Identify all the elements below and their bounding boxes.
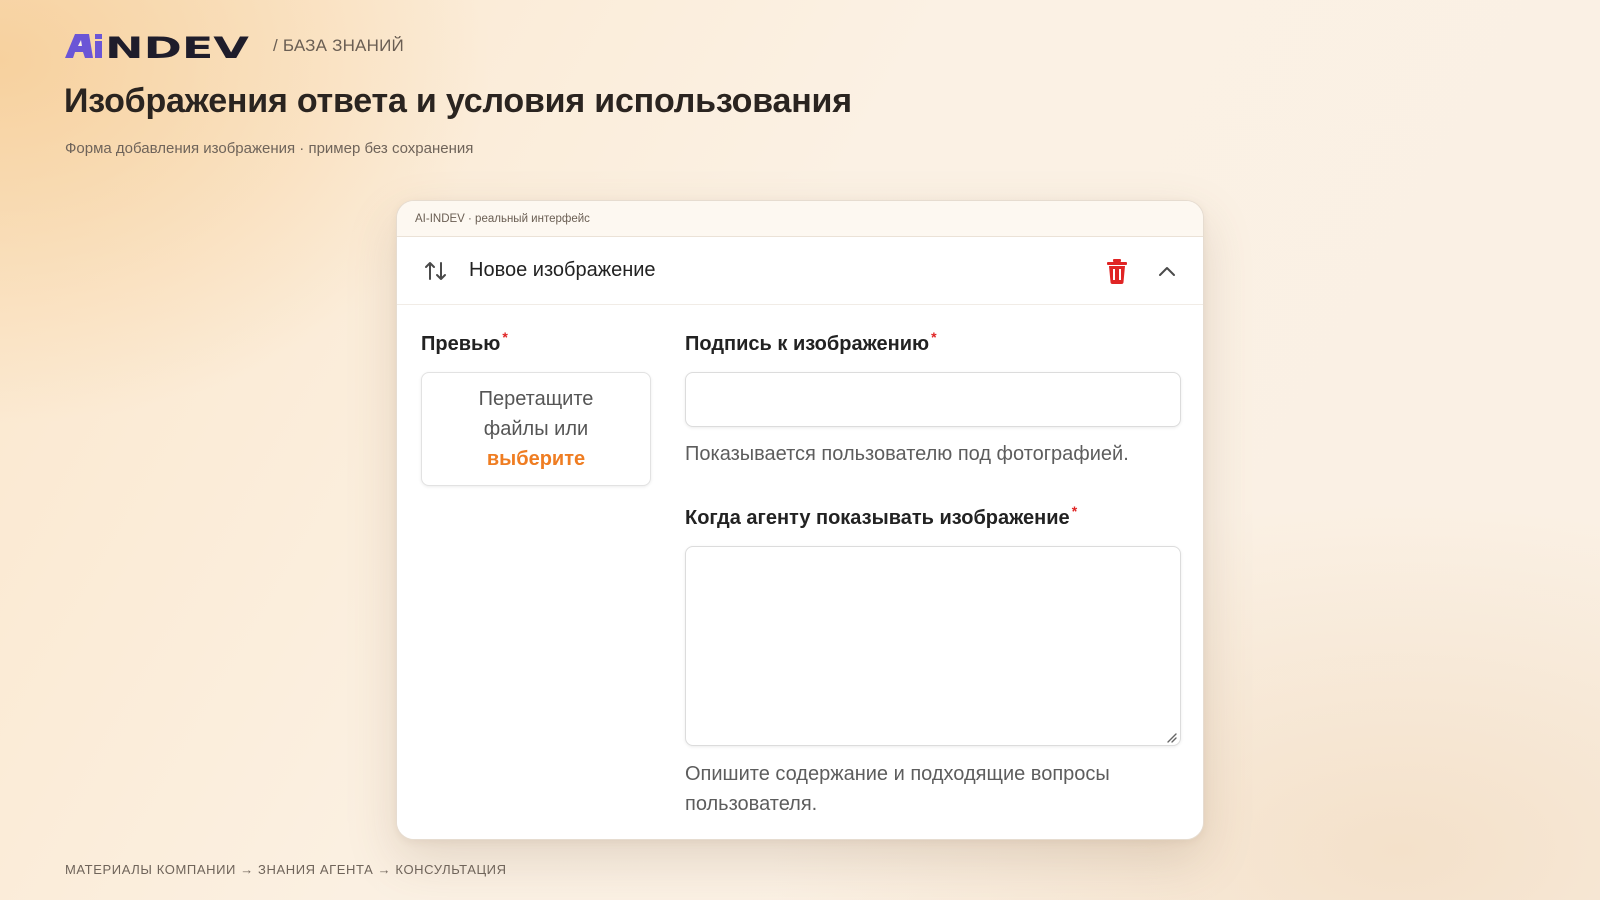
swap-vertical-icon[interactable] — [423, 258, 449, 284]
when-label: Когда агенту показывать изображение * — [685, 503, 1077, 530]
image-card-header: Новое изображение — [397, 237, 1203, 305]
when-label-text: Когда агенту показывать изображение — [685, 507, 1070, 529]
chevron-up-icon[interactable] — [1155, 259, 1179, 283]
when-hint: Опишите содержание и подходящие вопросы … — [685, 759, 1110, 819]
preview-label: Превью * — [421, 329, 508, 356]
required-mark: * — [1071, 503, 1078, 519]
svg-text:NDEV: NDEV — [105, 32, 250, 60]
resize-handle-icon[interactable] — [1165, 730, 1177, 743]
preview-dropzone[interactable]: Перетащите файлы или выберите — [421, 372, 651, 486]
breadcrumb[interactable]: / БАЗА ЗНАНИЙ — [273, 36, 404, 56]
dropzone-line-2: файлы или — [483, 418, 589, 440]
caption-hint: Показывается пользователю под фотографие… — [685, 443, 1129, 465]
dropzone-text: Перетащите файлы или выберите — [479, 384, 594, 474]
image-card-body: Превью * Перетащите файлы или выберите По… — [397, 305, 1203, 839]
footer-path: МАТЕРИАЛЫ КОМПАНИИ → ЗНАНИЯ АГЕНТА → КОН… — [65, 862, 507, 877]
when-textarea[interactable] — [685, 546, 1181, 746]
page-subtitle: Форма добавления изображения · пример бе… — [65, 140, 474, 157]
window-caption: AI-INDEV · реальный интерфейс — [415, 212, 590, 225]
card-actions — [1105, 258, 1179, 284]
trash-icon[interactable] — [1105, 258, 1129, 284]
preview-label-text: Превью — [421, 333, 501, 355]
caption-input[interactable] — [685, 372, 1181, 427]
required-mark: * — [502, 329, 508, 345]
card-title: Новое изображение — [469, 259, 656, 281]
caption-label-text: Подпись к изображению — [685, 333, 930, 355]
brand-header: NDEV / БАЗА ЗНАНИЙ — [65, 32, 404, 60]
aindev-logo[interactable]: NDEV — [65, 32, 251, 60]
dropzone-choose-link[interactable]: выберите — [479, 444, 594, 474]
caption-label: Подпись к изображению * — [685, 329, 937, 356]
interface-window: AI-INDEV · реальный интерфейс Новое изоб… — [396, 200, 1204, 840]
required-mark: * — [931, 329, 937, 345]
when-hint-line-2: пользователя. — [685, 793, 818, 815]
window-caption-bar: AI-INDEV · реальный интерфейс — [397, 201, 1203, 237]
dropzone-line-1: Перетащите — [478, 388, 594, 410]
page-title: Изображения ответа и условия использован… — [64, 82, 852, 120]
when-hint-line-1: Опишите содержание и подходящие вопросы — [685, 763, 1110, 785]
